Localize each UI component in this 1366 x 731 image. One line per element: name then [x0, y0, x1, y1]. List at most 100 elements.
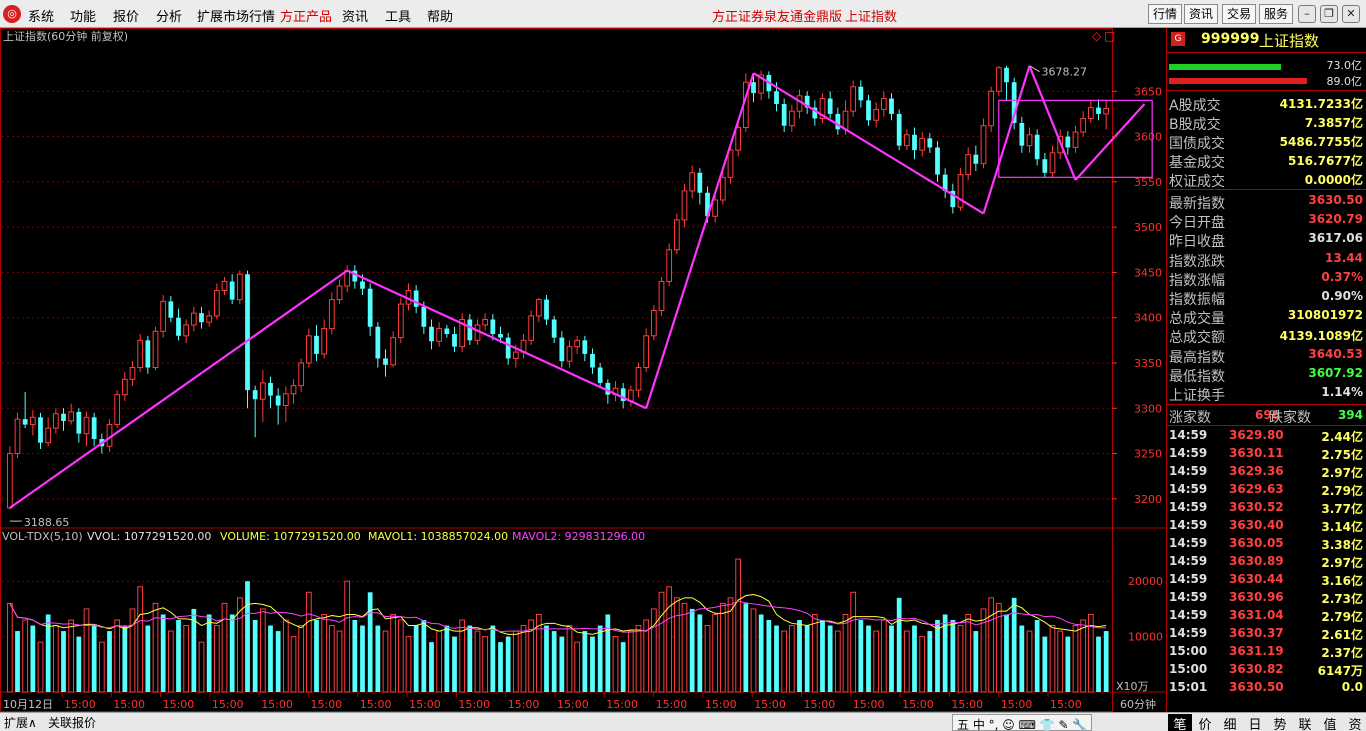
- time-tick-label: 15:00: [804, 698, 836, 711]
- menu-news[interactable]: 资讯: [342, 6, 368, 25]
- volume-bar-up: [842, 613, 849, 693]
- menu-system[interactable]: 系统: [28, 6, 54, 25]
- tick-price: 3630.96: [1229, 590, 1284, 604]
- kline-chart[interactable]: 3200 3250 3300 3350 3400 3450 3500 3550 3600 3650…: [0, 28, 1166, 712]
- volume-bar-down: [360, 625, 365, 692]
- candle-body-up: [397, 303, 404, 339]
- price-tick-label: 3550: [1134, 176, 1162, 189]
- volume-bar-up: [114, 619, 121, 693]
- restore-icon[interactable]: ❐: [1320, 5, 1338, 23]
- tab-6[interactable]: 值: [1318, 714, 1342, 731]
- menu-function[interactable]: 功能: [70, 6, 96, 25]
- bar-red-value: 89.0亿: [1326, 75, 1363, 88]
- bar-red-fill: [1169, 78, 1307, 84]
- tick-price: 3630.89: [1229, 554, 1284, 568]
- tab-4[interactable]: 势: [1268, 714, 1292, 731]
- tab-1[interactable]: 价: [1193, 714, 1217, 731]
- candle-body-down: [597, 367, 603, 383]
- app-logo-icon[interactable]: ◎: [3, 5, 21, 23]
- volume-bar-down: [245, 581, 250, 692]
- candle-body-down: [973, 154, 979, 164]
- volume-bar-down: [1011, 597, 1017, 692]
- candle-body-up: [689, 172, 696, 192]
- candle-body-down: [383, 358, 388, 365]
- candle-body-down: [413, 290, 419, 307]
- tick-row: 14:59 3629.80 2.44亿: [1167, 427, 1366, 445]
- volume-bar-down: [1065, 636, 1071, 692]
- indicator-name[interactable]: VOL-TDX(5,10): [2, 530, 83, 543]
- promo-index-name[interactable]: 上证指数: [845, 6, 897, 25]
- down-count: 394: [1337, 408, 1363, 422]
- chart-options-icon[interactable]: ◇: [1092, 29, 1102, 43]
- tick-time: 14:59: [1169, 590, 1208, 604]
- volume-bar-down: [912, 625, 917, 692]
- promo-app-name[interactable]: 方正证券泉友通金鼎版: [712, 6, 842, 25]
- candle-body-up: [52, 413, 59, 429]
- volume-bar-down: [352, 620, 358, 692]
- turnover-row: A股成交 4131.7233亿: [1167, 94, 1366, 114]
- volume-bar-down: [1004, 614, 1009, 692]
- tab-2[interactable]: 细: [1218, 714, 1242, 731]
- tick-time: 14:59: [1169, 446, 1208, 460]
- tick-amount: 2.61亿: [1321, 628, 1363, 642]
- tab-0[interactable]: 笔: [1168, 714, 1192, 731]
- volume-bar-up: [735, 558, 742, 693]
- close-icon[interactable]: ✕: [1342, 5, 1360, 23]
- menu-quote[interactable]: 报价: [113, 6, 139, 25]
- quote-label: 总成交量: [1169, 311, 1225, 328]
- volume-bar-up: [344, 580, 351, 693]
- menu-founder-products[interactable]: 方正产品: [280, 6, 332, 25]
- quote-row: 最高指数 3640.53: [1167, 346, 1366, 366]
- candle-body-down: [429, 326, 434, 342]
- candle-body-up: [474, 324, 481, 341]
- candle-body-down: [252, 390, 258, 400]
- quote-row: 最新指数 3630.50: [1167, 192, 1366, 212]
- candle-body-down: [1019, 122, 1025, 146]
- quote-row: 最低指数 3607.92: [1167, 365, 1366, 385]
- time-tick-label: 15:00: [656, 698, 688, 711]
- quote-value: 3620.79: [1308, 212, 1363, 227]
- candle-body-down: [176, 317, 181, 336]
- btn-service[interactable]: 服务: [1259, 4, 1294, 24]
- quote-value: 310801972: [1287, 308, 1363, 323]
- btn-market[interactable]: 行情: [1148, 4, 1183, 24]
- menu-tools[interactable]: 工具: [385, 6, 411, 25]
- tab-7[interactable]: 资: [1343, 714, 1366, 731]
- volume-bar-up: [405, 636, 412, 693]
- btn-trade[interactable]: 交易: [1222, 4, 1257, 24]
- period-label[interactable]: 60分钟: [1120, 697, 1156, 711]
- candle-body-down: [781, 103, 787, 126]
- volume-bar-up: [6, 602, 13, 693]
- ime-toolbar[interactable]: 五 中 °, ☺ ⌨ 👕 ✎ 🔧: [952, 714, 1092, 731]
- turnover-label: A股成交: [1169, 98, 1221, 114]
- menu-ext-market[interactable]: 扩展市场行情: [197, 6, 275, 25]
- volume-bar-down: [107, 631, 112, 692]
- volume-bar-up: [152, 602, 159, 693]
- volume-bar-down: [551, 631, 557, 692]
- menu-analysis[interactable]: 分析: [156, 6, 182, 25]
- volume-bar-down: [413, 625, 419, 692]
- tab-3[interactable]: 日: [1243, 714, 1267, 731]
- related-quotes-button[interactable]: 关联报价: [48, 714, 96, 731]
- candle-body-down: [498, 334, 503, 338]
- candle-body-up: [635, 367, 642, 391]
- volume-bar-down: [935, 620, 940, 692]
- btn-news[interactable]: 资讯: [1184, 4, 1219, 24]
- tick-time: 14:59: [1169, 500, 1208, 514]
- volume-bar-down: [1019, 625, 1025, 692]
- candle-body-up: [282, 393, 289, 407]
- tick-price: 3630.82: [1229, 662, 1284, 676]
- minimize-icon[interactable]: –: [1298, 5, 1316, 23]
- chart-close-icon[interactable]: □: [1104, 29, 1115, 43]
- volume-bar-up: [712, 613, 719, 693]
- volume-bar-up: [957, 625, 964, 693]
- volume-bar-up: [221, 602, 228, 693]
- tab-5[interactable]: 联: [1293, 714, 1317, 731]
- menu-help[interactable]: 帮助: [427, 6, 453, 25]
- tick-time: 14:59: [1169, 428, 1208, 442]
- expand-toggle[interactable]: 扩展∧: [4, 714, 37, 731]
- tick-amount: 2.79亿: [1321, 484, 1363, 498]
- volume-bar-up: [627, 630, 634, 693]
- candle-body-up: [919, 137, 926, 151]
- quote-value: 3640.53: [1308, 346, 1363, 361]
